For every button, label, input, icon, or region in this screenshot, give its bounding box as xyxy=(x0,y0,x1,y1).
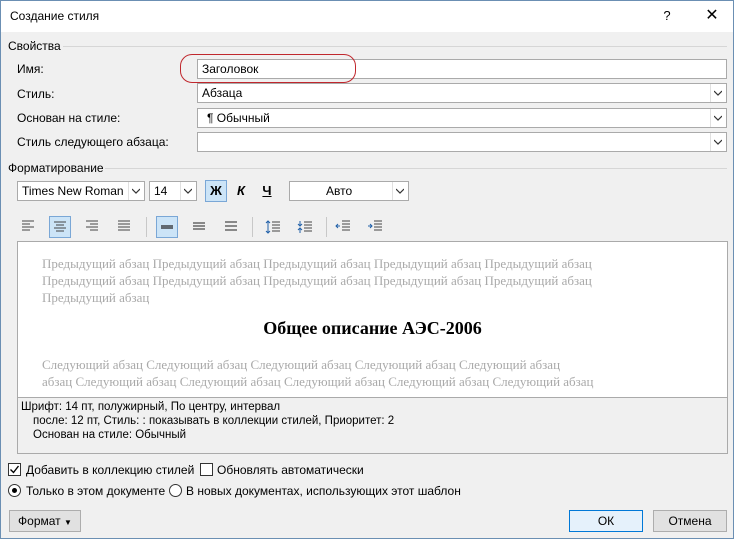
create-style-dialog: Создание стиля ? ✕ Свойства Имя: Заголов… xyxy=(0,0,734,539)
auto-update-checkbox[interactable] xyxy=(200,463,213,476)
chevron-down-icon xyxy=(184,188,192,194)
chevron-down-icon xyxy=(132,188,140,194)
preview-next-line-2: абзац Следующий абзац Следующий абзац Сл… xyxy=(42,374,594,389)
space-before-button[interactable] xyxy=(262,216,284,238)
decrease-indent-button[interactable] xyxy=(332,216,354,238)
space-before-decrease-icon xyxy=(297,221,312,233)
space-after-button[interactable] xyxy=(294,216,316,238)
toolbar-separator xyxy=(252,217,253,237)
new-documents-radio[interactable] xyxy=(169,484,182,497)
properties-divider xyxy=(63,46,727,47)
description-line-1: Шрифт: 14 пт, полужирный, По центру, инт… xyxy=(21,401,281,413)
help-button[interactable]: ? xyxy=(653,5,681,27)
increase-indent-icon xyxy=(368,220,382,231)
name-field[interactable]: Заголовок xyxy=(197,59,727,79)
auto-update-label[interactable]: Обновлять автоматически xyxy=(217,463,364,477)
preview-previous-line-1: Предыдущий абзац Предыдущий абзац Предыд… xyxy=(42,256,592,271)
formatting-section-label: Форматирование xyxy=(8,161,104,175)
based-on-select[interactable]: ¶ Обычный xyxy=(197,108,727,128)
font-dropdown[interactable] xyxy=(128,182,144,200)
only-this-document-label[interactable]: Только в этом документе xyxy=(26,484,165,498)
add-to-gallery-checkbox[interactable] xyxy=(8,463,21,476)
align-right-button[interactable] xyxy=(81,216,103,238)
description-line-2: после: 12 пт, Стиль: : показывать в колл… xyxy=(33,415,395,427)
bold-button[interactable]: Ж xyxy=(205,180,227,202)
align-center-icon xyxy=(54,221,66,232)
dropdown-arrow-icon: ▼ xyxy=(64,518,72,527)
new-documents-label[interactable]: В новых документах, использующих этот ша… xyxy=(186,484,461,498)
font-size-select[interactable]: 14 xyxy=(149,181,197,201)
chevron-down-icon xyxy=(396,188,404,194)
decrease-indent-icon xyxy=(335,220,350,231)
based-on-label: Основан на стиле: xyxy=(17,111,121,125)
line-spacing-onehalf-button[interactable] xyxy=(188,216,210,238)
toolbar-separator xyxy=(326,217,327,237)
next-style-select[interactable] xyxy=(197,132,727,152)
name-value: Заголовок xyxy=(202,62,259,76)
line-spacing-onehalf-icon xyxy=(193,222,205,230)
cancel-button[interactable]: Отмена xyxy=(653,510,727,532)
style-type-value: Абзаца xyxy=(202,86,243,100)
font-size-dropdown[interactable] xyxy=(180,182,196,200)
name-label: Имя: xyxy=(17,62,44,76)
line-spacing-single-icon xyxy=(161,225,173,229)
format-button-label: Формат xyxy=(18,514,61,528)
increase-indent-button[interactable] xyxy=(364,216,386,238)
font-color-value: Авто xyxy=(326,184,353,198)
align-justify-button[interactable] xyxy=(113,216,135,238)
preview-heading: Общее описание АЭС-2006 xyxy=(263,318,482,338)
font-size-value: 14 xyxy=(154,184,168,198)
underline-button[interactable]: Ч xyxy=(256,180,278,202)
next-style-label: Стиль следующего абзаца: xyxy=(17,135,169,149)
style-preview: Предыдущий абзац Предыдущий абзац Предыд… xyxy=(17,241,728,398)
font-value: Times New Roman xyxy=(22,184,124,198)
align-right-icon xyxy=(86,220,98,231)
based-on-dropdown[interactable] xyxy=(710,109,726,127)
preview-next-line-1: Следующий абзац Следующий абзац Следующи… xyxy=(42,357,561,372)
align-center-button[interactable] xyxy=(49,216,71,238)
properties-section-label: Свойства xyxy=(8,39,61,53)
preview-previous-line-2: Предыдущий абзац Предыдущий абзац Предыд… xyxy=(42,273,592,288)
preview-previous-line-3: Предыдущий абзац xyxy=(42,290,150,305)
align-justify-icon xyxy=(118,220,130,231)
font-color-select[interactable]: Авто xyxy=(289,181,409,201)
space-before-increase-icon xyxy=(265,220,280,234)
window-title: Создание стиля xyxy=(10,9,100,23)
toolbar-separator xyxy=(146,217,147,237)
title-bar: Создание стиля ? ✕ xyxy=(1,1,733,32)
based-on-value: ¶ Обычный xyxy=(207,111,270,125)
chevron-down-icon xyxy=(714,139,722,145)
font-select[interactable]: Times New Roman xyxy=(17,181,145,201)
chevron-down-icon xyxy=(714,90,722,96)
checkmark-icon xyxy=(10,465,20,474)
style-type-dropdown[interactable] xyxy=(710,84,726,102)
style-description: Шрифт: 14 пт, полужирный, По центру, инт… xyxy=(17,398,728,454)
next-style-dropdown[interactable] xyxy=(710,133,726,151)
align-left-button[interactable] xyxy=(17,216,39,238)
line-spacing-double-icon xyxy=(225,221,237,231)
chevron-down-icon xyxy=(714,115,722,121)
font-color-dropdown[interactable] xyxy=(392,182,408,200)
style-type-label: Стиль: xyxy=(17,87,55,101)
format-menu-button[interactable]: Формат ▼ xyxy=(9,510,81,532)
add-to-gallery-label[interactable]: Добавить в коллекцию стилей xyxy=(26,463,194,477)
italic-button[interactable]: К xyxy=(230,180,252,202)
style-type-select[interactable]: Абзаца xyxy=(197,83,727,103)
formatting-divider xyxy=(105,168,727,169)
line-spacing-single-button[interactable] xyxy=(156,216,178,238)
radio-selected-dot xyxy=(12,488,17,493)
ok-button[interactable]: ОК xyxy=(569,510,643,532)
close-button[interactable]: ✕ xyxy=(698,5,726,27)
align-left-icon xyxy=(22,220,34,231)
line-spacing-double-button[interactable] xyxy=(220,216,242,238)
only-this-document-radio[interactable] xyxy=(8,484,21,497)
description-line-3: Основан на стиле: Обычный xyxy=(33,429,187,441)
